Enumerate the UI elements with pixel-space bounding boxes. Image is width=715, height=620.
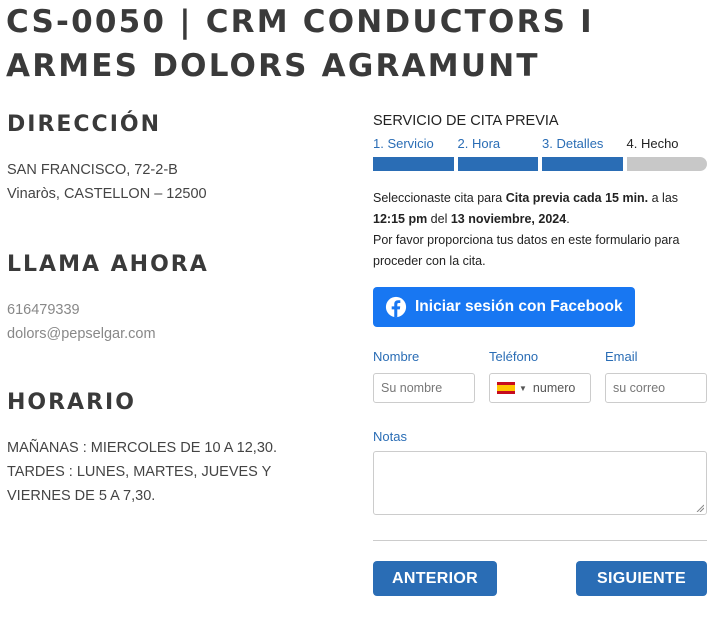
- caret-down-icon: ▼: [519, 383, 527, 393]
- step-bar: [542, 157, 623, 171]
- address-block: SAN FRANCISCO, 72-2-B Vinaròs, CASTELLON…: [7, 158, 337, 206]
- contact-block: 616479339 dolors@pepselgar.com: [7, 298, 337, 346]
- booking-date: 13 noviembre, 2024: [450, 212, 567, 226]
- service-name: Cita previa cada 15 min.: [505, 191, 649, 205]
- phone-field-group: Teléfono ▼ numero: [489, 349, 591, 403]
- step-service[interactable]: 1. Servicio: [373, 135, 454, 171]
- name-input[interactable]: Su nombre: [373, 373, 475, 403]
- address-line-1: SAN FRANCISCO, 72-2-B: [7, 162, 178, 178]
- address-title: DIRECCIÓN: [7, 112, 162, 137]
- schedule-line-2: TARDES : LUNES, MARTES, JUEVES Y VIERNES…: [7, 464, 272, 504]
- facebook-icon: [385, 296, 407, 318]
- facebook-login-button[interactable]: Iniciar sesión con Facebook: [373, 287, 635, 327]
- step-label: 2. Hora: [457, 136, 501, 151]
- schedule-block: MAÑANAS : MIERCOLES DE 10 A 12,30. TARDE…: [7, 436, 332, 508]
- phone-link[interactable]: 616479339: [7, 298, 337, 322]
- call-title: LLAMA AHORA: [7, 252, 209, 277]
- phone-placeholder: numero: [532, 381, 576, 395]
- email-field-group: Email su correo: [605, 349, 707, 403]
- business-info: DIRECCIÓN SAN FRANCISCO, 72-2-B Vinaròs,…: [7, 112, 337, 508]
- step-done: 4. Hecho: [626, 135, 707, 171]
- form-divider: [373, 540, 707, 541]
- name-field-group: Nombre Su nombre: [373, 349, 475, 403]
- email-label: Email: [605, 349, 638, 364]
- step-label: 3. Detalles: [542, 136, 604, 151]
- next-button[interactable]: SIGUIENTE: [576, 561, 707, 596]
- schedule-line-1: MAÑANAS : MIERCOLES DE 10 A 12,30.: [7, 440, 277, 456]
- booking-time: 12:15 pm: [373, 212, 428, 226]
- step-details[interactable]: 3. Detalles: [542, 135, 623, 171]
- booking-summary: Seleccionaste cita para Cita previa cada…: [373, 188, 707, 272]
- booking-title: SERVICIO DE CITA PREVIA: [373, 113, 559, 129]
- notes-textarea[interactable]: [373, 451, 707, 515]
- step-bar: [373, 157, 454, 171]
- step-bar: [626, 157, 707, 171]
- page-title: CS-0050 | CRM CONDUCTORS I ARMES DOLORS …: [6, 4, 594, 84]
- step-progress: 1. Servicio 2. Hora 3. Detalles 4. Hecho: [373, 135, 707, 171]
- notes-label: Notas: [373, 429, 407, 444]
- email-input[interactable]: su correo: [605, 373, 707, 403]
- name-placeholder: Su nombre: [381, 381, 443, 395]
- contact-fields: Nombre Su nombre Teléfono ▼ numero Email…: [373, 349, 707, 403]
- phone-label: Teléfono: [489, 349, 539, 364]
- address-line-2: Vinaròs, CASTELLON – 12500: [7, 186, 207, 202]
- booking-widget: SERVICIO DE CITA PREVIA 1. Servicio 2. H…: [373, 110, 707, 596]
- email-placeholder: su correo: [613, 381, 666, 395]
- step-bar: [457, 157, 538, 171]
- schedule-title: HORARIO: [7, 390, 136, 415]
- country-select[interactable]: ▼: [497, 382, 527, 394]
- facebook-button-label: Iniciar sesión con Facebook: [415, 298, 623, 315]
- spain-flag-icon: [497, 382, 515, 394]
- summary-line-1: Seleccionaste cita para Cita previa cada…: [373, 191, 679, 226]
- back-button[interactable]: ANTERIOR: [373, 561, 497, 596]
- step-time[interactable]: 2. Hora: [457, 135, 538, 171]
- step-label: 1. Servicio: [373, 136, 434, 151]
- resize-handle-icon[interactable]: [696, 504, 704, 512]
- name-label: Nombre: [373, 349, 420, 364]
- email-link[interactable]: dolors@pepselgar.com: [7, 322, 337, 346]
- phone-input[interactable]: ▼ numero: [489, 373, 591, 403]
- step-label: 4. Hecho: [626, 136, 679, 151]
- nav-buttons: ANTERIOR SIGUIENTE: [373, 561, 707, 596]
- summary-line-2: Por favor proporciona tus datos en este …: [373, 233, 680, 268]
